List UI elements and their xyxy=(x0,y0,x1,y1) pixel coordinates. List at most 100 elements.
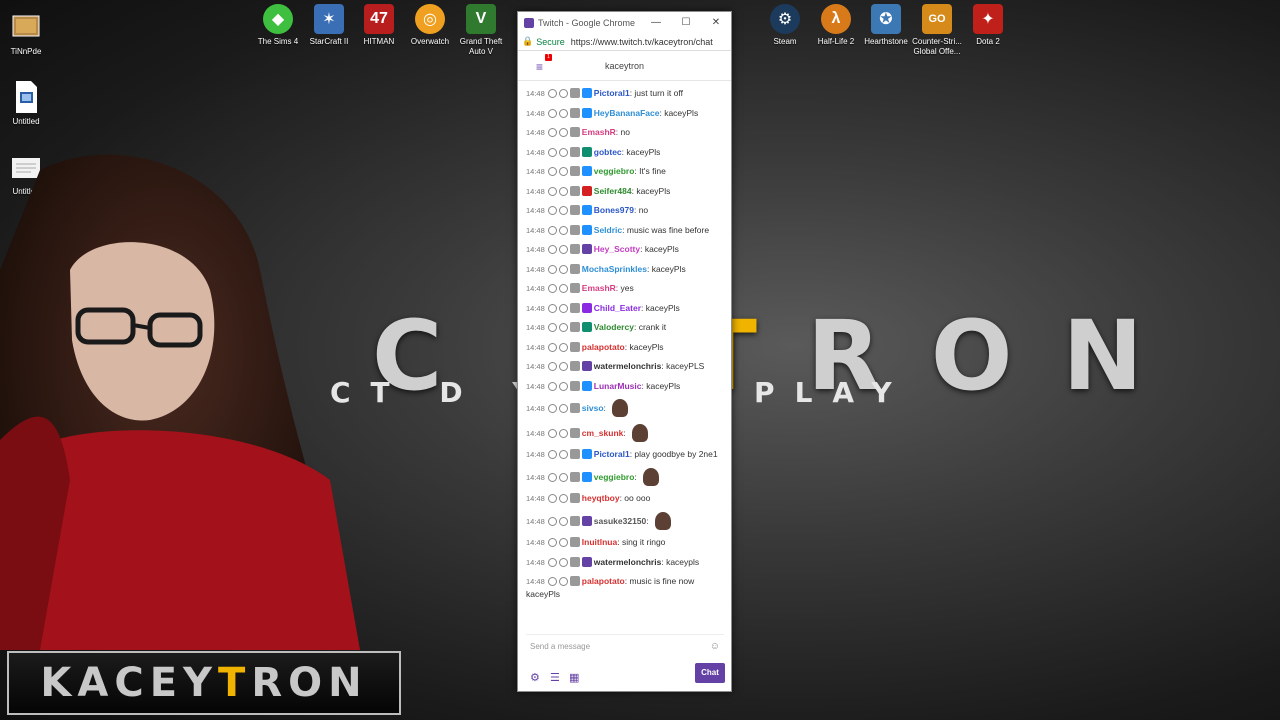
ban-icon[interactable] xyxy=(547,264,557,274)
message-username[interactable]: Pictoral1 xyxy=(594,88,630,98)
message-username[interactable]: heyqtboy xyxy=(582,493,620,503)
gift-icon[interactable]: ▦ xyxy=(569,671,579,684)
viewer-list-icon[interactable]: ☰ xyxy=(550,671,560,684)
message-username[interactable]: palapotato xyxy=(582,576,625,586)
desktop-icon-untitled-video[interactable]: Untitled xyxy=(0,80,52,126)
chat-message: 14:48 watermelonchris: kaceypls xyxy=(526,556,700,567)
chat-send-button[interactable]: Chat xyxy=(695,663,725,683)
timeout-icon[interactable] xyxy=(558,147,568,157)
ban-icon[interactable] xyxy=(547,557,557,567)
timeout-icon[interactable] xyxy=(558,577,568,586)
ban-icon[interactable] xyxy=(547,428,557,438)
timeout-icon[interactable] xyxy=(558,428,568,438)
ban-icon[interactable] xyxy=(547,404,557,413)
message-username[interactable]: cm_skunk xyxy=(582,428,624,438)
ban-icon[interactable] xyxy=(547,186,557,196)
timeout-icon[interactable] xyxy=(558,225,568,235)
message-username[interactable]: Pictoral1 xyxy=(594,449,630,459)
timeout-icon[interactable] xyxy=(558,538,568,547)
message-username[interactable]: watermelonchris xyxy=(594,361,662,371)
message-username[interactable]: Seifer484 xyxy=(594,186,632,196)
timeout-icon[interactable] xyxy=(558,303,568,313)
desktop-icon-sims4[interactable]: ◆ The Sims 4 xyxy=(249,4,307,47)
message-username[interactable]: MochaSprinkles xyxy=(582,264,647,274)
window-titlebar[interactable]: Twitch - Google Chrome — ☐ ✕ xyxy=(518,12,731,33)
minimize-icon[interactable]: — xyxy=(641,17,671,28)
ban-icon[interactable] xyxy=(547,89,557,98)
ban-icon[interactable] xyxy=(547,362,557,371)
timeout-icon[interactable] xyxy=(558,557,568,567)
desktop-icon-hearthstone[interactable]: ✪ Hearthstone xyxy=(857,4,915,47)
chat-input[interactable]: Send a message ☺ xyxy=(526,634,724,666)
desktop-icon-dota2[interactable]: ✦ Dota 2 xyxy=(959,4,1017,47)
message-timestamp: 14:48 xyxy=(526,206,545,215)
url-text[interactable]: https://www.twitch.tv/kaceytron/chat xyxy=(571,37,713,47)
message-username[interactable]: EmashR xyxy=(582,283,616,293)
timeout-icon[interactable] xyxy=(558,516,568,526)
message-username[interactable]: palapotato xyxy=(582,342,625,352)
emote-picker-icon[interactable]: ☺ xyxy=(710,641,720,652)
timeout-icon[interactable] xyxy=(558,186,568,196)
timeout-icon[interactable] xyxy=(558,264,568,274)
chat-message-list[interactable]: 14:48 Pictoral1: just turn it off 14:48 Hey… xyxy=(518,83,731,631)
timeout-icon[interactable] xyxy=(558,108,568,118)
ban-icon[interactable] xyxy=(547,538,557,547)
message-username[interactable]: EmashR xyxy=(582,127,616,137)
timeout-icon[interactable] xyxy=(558,381,568,391)
timeout-icon[interactable] xyxy=(558,404,568,413)
ban-icon[interactable] xyxy=(547,303,557,313)
ban-icon[interactable] xyxy=(547,284,557,293)
maximize-icon[interactable]: ☐ xyxy=(671,17,701,28)
message-username[interactable]: Inuitlnua xyxy=(582,537,617,547)
timeout-icon[interactable] xyxy=(558,342,568,352)
ban-icon[interactable] xyxy=(547,516,557,526)
ban-icon[interactable] xyxy=(547,225,557,235)
message-username[interactable]: sivso xyxy=(582,403,604,413)
timeout-icon[interactable] xyxy=(558,206,568,215)
timeout-icon[interactable] xyxy=(558,167,568,176)
desktop-icon-csgo[interactable]: GO Counter-Stri... Global Offe... xyxy=(908,4,966,57)
timeout-icon[interactable] xyxy=(558,89,568,98)
message-username[interactable]: veggiebro xyxy=(594,166,635,176)
message-username[interactable]: HeyBananaFace xyxy=(594,108,660,118)
ban-icon[interactable] xyxy=(547,472,557,482)
ban-icon[interactable] xyxy=(547,381,557,391)
ban-icon[interactable] xyxy=(547,206,557,215)
timeout-icon[interactable] xyxy=(558,362,568,371)
message-username[interactable]: watermelonchris xyxy=(594,557,662,567)
desktop-icon-hitman[interactable]: 47 HITMAN xyxy=(350,4,408,47)
ban-icon[interactable] xyxy=(547,323,557,332)
timeout-icon[interactable] xyxy=(558,128,568,137)
desktop-icon-steam[interactable]: ⚙ Steam xyxy=(756,4,814,47)
ban-icon[interactable] xyxy=(547,128,557,137)
message-username[interactable]: Valodercy xyxy=(594,322,634,332)
ban-icon[interactable] xyxy=(547,147,557,157)
message-username[interactable]: Hey_Scotty xyxy=(594,244,640,254)
chat-menu-icon[interactable]: ≡ xyxy=(536,60,543,74)
message-username[interactable]: veggiebro xyxy=(594,472,635,482)
message-username[interactable]: Seldric xyxy=(594,225,622,235)
desktop-icon-gta5[interactable]: V Grand Theft Auto V xyxy=(452,4,510,57)
timeout-icon[interactable] xyxy=(558,284,568,293)
ban-icon[interactable] xyxy=(547,108,557,118)
message-username[interactable]: gobtec xyxy=(594,147,622,157)
timeout-icon[interactable] xyxy=(558,494,568,503)
ban-icon[interactable] xyxy=(547,342,557,352)
timeout-icon[interactable] xyxy=(558,245,568,254)
message-username[interactable]: Bones979 xyxy=(594,205,634,215)
ban-icon[interactable] xyxy=(547,494,557,503)
timeout-icon[interactable] xyxy=(558,450,568,459)
ban-icon[interactable] xyxy=(547,450,557,459)
timeout-icon[interactable] xyxy=(558,472,568,482)
message-username[interactable]: Child_Eater xyxy=(594,303,641,313)
desktop-icon-overwatch[interactable]: ◎ Overwatch xyxy=(401,4,459,47)
ban-icon[interactable] xyxy=(547,577,557,586)
ban-icon[interactable] xyxy=(547,245,557,254)
settings-gear-icon[interactable]: ⚙ xyxy=(530,671,540,684)
message-username[interactable]: LunarMusic xyxy=(594,381,642,391)
message-username[interactable]: sasuke32150 xyxy=(594,516,646,526)
ban-icon[interactable] xyxy=(547,167,557,176)
address-bar[interactable]: 🔒 Secure https://www.twitch.tv/kaceytron… xyxy=(518,33,731,51)
timeout-icon[interactable] xyxy=(558,323,568,332)
close-icon[interactable]: ✕ xyxy=(701,17,731,28)
